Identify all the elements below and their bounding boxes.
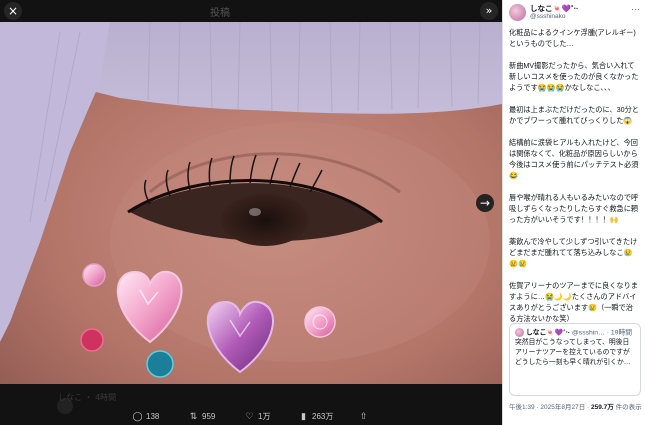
engagement-bar: しなこ ・ 4時間 ◯ 138 ⇅ 959 ♡ 1万 ▮ 263万 ⇧ <box>0 384 502 425</box>
post-timestamp[interactable]: 午後1:39 · 2025年8月27日 · 259.7万 件の表示 <box>509 401 642 411</box>
share-icon: ⇧ <box>359 411 368 421</box>
quoted-post[interactable]: しなこ🍬💜˚‧· @ssshin… · 19時間 突然目がこうなってしまって、明… <box>509 323 641 396</box>
post-text: 化粧品によるクインケ浮腫(アレルギー)というものでした… 新曲MV撮影だったから… <box>509 27 639 335</box>
reply-icon: ◯ <box>132 411 143 421</box>
quoted-post-text: 突然目がこうなってしまって、明後日アリーナツアーを控えているのですがどうしたら一… <box>515 339 631 367</box>
views-count: 263万 <box>312 412 334 421</box>
post-paragraph: 薬飲んで冷やして少しずつ引いてきたけどまだまだ腫れてて落ち込みしなこ😢😢😢 <box>509 237 638 268</box>
post-paragraph: 新曲MV撮影だったから、気合い入れて新しいコスメを使ったのが良くなかったようです… <box>509 61 639 92</box>
heart-icon: ♡ <box>245 411 254 421</box>
post-paragraph: 最初は上まぶただけだったのに、30分とかでブワーって腫れてびっくりした😱 <box>509 105 639 125</box>
close-icon[interactable]: × <box>4 2 22 20</box>
quoted-post-meta: @ssshin… · 19時間 <box>571 329 633 337</box>
author-handle[interactable]: @ssshinako <box>530 13 566 20</box>
like-count: 1万 <box>258 412 271 421</box>
repost-count: 959 <box>202 412 216 421</box>
share-button[interactable]: ⇧ <box>358 411 372 422</box>
post-panel: しなこ🍬💜˚‧· @ssshinako ··· 化粧品によるクインケ浮腫(アレル… <box>502 0 645 425</box>
repost-button[interactable]: ⇅ 959 <box>188 411 216 422</box>
collapse-panel-icon[interactable]: » <box>480 2 498 20</box>
reply-count: 138 <box>146 412 160 421</box>
more-options-icon[interactable]: ··· <box>631 4 640 14</box>
post-time: 午後1:39 · 2025年8月27日 · <box>509 404 592 411</box>
quoted-post-header: しなこ🍬💜˚‧· @ssshin… · 19時間 <box>515 328 635 338</box>
viewer-header-title: 投稿 <box>210 8 230 19</box>
viewer-top-bar: × 投稿 » <box>0 0 502 22</box>
post-paragraph: 化粧品によるクインケ浮腫(アレルギー)というものでした… <box>509 28 636 48</box>
media-viewer: × 投稿 » → しなこ ・ 4時間 ◯ 138 ⇅ 959 ♡ 1万 ▮ 26… <box>0 0 502 425</box>
reply-button[interactable]: ◯ 138 <box>132 411 159 422</box>
post-paragraph: 結構前に涙袋ヒアルも入れたけど、今回は関係なくて、化粧品が原因らしいから今後はコ… <box>509 138 639 180</box>
avatar[interactable] <box>509 4 526 21</box>
ghost-author-label: しなこ ・ 4時間 <box>58 393 117 402</box>
post-paragraph: 佐賀アリーナのツアーまでに良くなりますように…😭🌙🌙たくさんのアドバイスありがと… <box>509 281 638 323</box>
like-button[interactable]: ♡ 1万 <box>244 411 270 422</box>
next-image-icon[interactable]: → <box>476 194 494 212</box>
post-views-label: 件の表示 <box>613 404 642 411</box>
bar-chart-icon: ▮ <box>301 411 306 421</box>
post-views-count: 259.7万 <box>591 404 614 411</box>
repost-icon: ⇅ <box>189 411 198 421</box>
avatar <box>515 328 524 337</box>
views-button[interactable]: ▮ 263万 <box>298 411 333 422</box>
quoted-author-name: しなこ🍬💜˚‧· <box>526 329 571 337</box>
post-photo[interactable] <box>0 22 502 384</box>
post-paragraph: 唇や喉が晴れる人もいるみたいなので呼吸しずらくなったりしたらすぐ救急に頼った方が… <box>509 193 639 224</box>
